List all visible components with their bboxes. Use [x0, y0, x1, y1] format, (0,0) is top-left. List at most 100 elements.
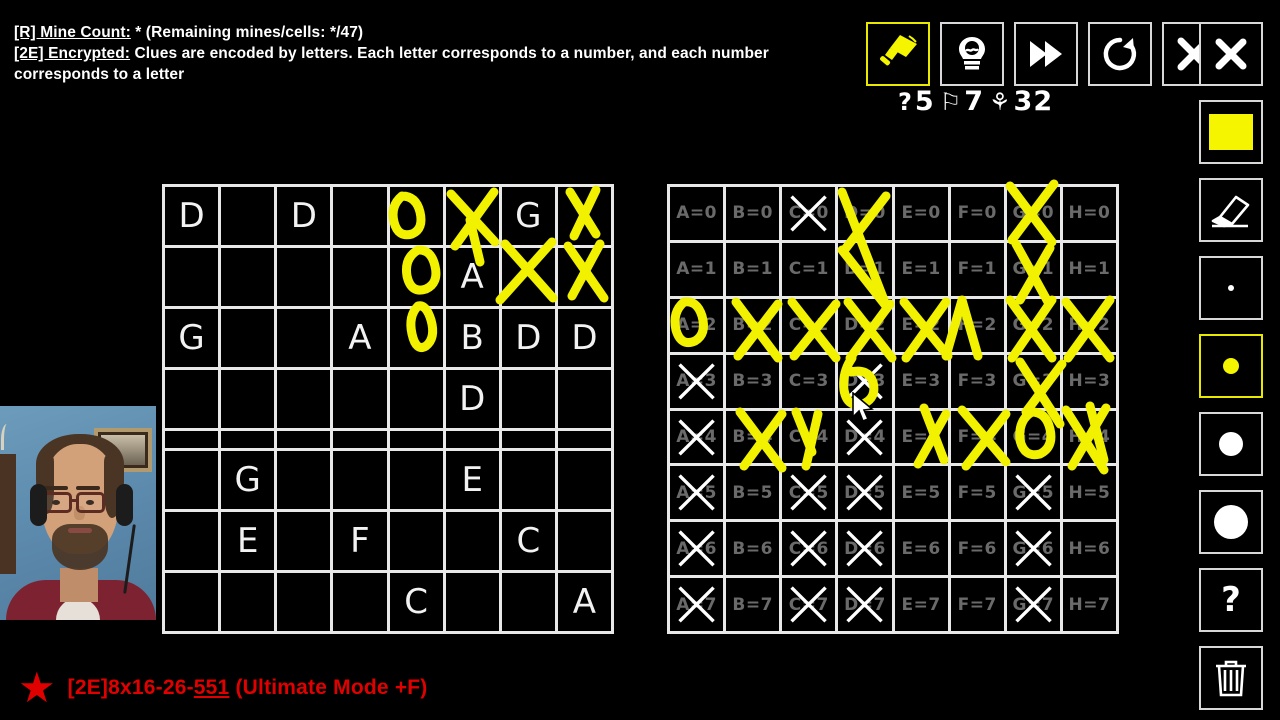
mapping-cell[interactable]: B=7 — [726, 578, 780, 631]
clue-cell[interactable] — [389, 369, 443, 428]
brush-size-2-button[interactable] — [1199, 334, 1263, 398]
mapping-cell[interactable]: F=4 — [950, 410, 1004, 464]
mapping-cell[interactable]: H=4 — [1062, 410, 1116, 464]
clue-cell[interactable] — [333, 187, 387, 245]
mapping-cell[interactable]: H=7 — [1062, 578, 1116, 631]
mapping-cell[interactable]: G=3 — [1006, 354, 1060, 408]
mapping-cell[interactable]: B=0 — [726, 187, 780, 240]
letter-number-mapping-grid[interactable]: A=0 B=0 C=0 D=0 E=0 F=0 G=0 H=0 A=1 B=1 C=1 D=1 E=1 F… — [667, 184, 1119, 634]
mapping-cell[interactable]: F=5 — [950, 466, 1004, 520]
mapping-cell[interactable]: A=2 — [670, 298, 724, 352]
clue-cell[interactable]: D — [277, 187, 331, 245]
clue-cell[interactable] — [557, 247, 611, 306]
clue-cell[interactable]: B — [445, 308, 499, 367]
clue-cell[interactable] — [165, 247, 219, 306]
mapping-cell[interactable]: C=6 — [782, 522, 836, 576]
clue-cell[interactable] — [445, 430, 499, 449]
trash-button[interactable] — [1199, 646, 1263, 710]
mapping-cell[interactable]: H=2 — [1062, 298, 1116, 352]
mapping-cell[interactable]: G=6 — [1006, 522, 1060, 576]
clue-cell[interactable] — [389, 512, 443, 571]
mapping-cell[interactable]: E=5 — [894, 466, 948, 520]
mapping-cell[interactable]: H=5 — [1062, 466, 1116, 520]
clue-cell[interactable] — [277, 308, 331, 367]
mapping-cell[interactable]: C=5 — [782, 466, 836, 520]
mapping-cell[interactable]: F=0 — [950, 187, 1004, 240]
clue-cell[interactable]: D — [501, 308, 555, 367]
clue-grid[interactable]: DDGAGABDDDGEEFCCA — [162, 184, 614, 634]
mapping-cell[interactable]: H=3 — [1062, 354, 1116, 408]
mapping-cell[interactable]: G=4 — [1006, 410, 1060, 464]
clue-cell[interactable]: A — [445, 247, 499, 306]
fast-forward-tool-button[interactable] — [1014, 22, 1078, 86]
clue-cell[interactable] — [333, 247, 387, 306]
clue-cell[interactable] — [277, 369, 331, 428]
mapping-cell[interactable]: C=7 — [782, 578, 836, 631]
clue-cell[interactable] — [165, 369, 219, 428]
clue-cell[interactable] — [165, 451, 219, 510]
mapping-cell[interactable]: D=7 — [838, 578, 892, 631]
clue-cell[interactable] — [557, 451, 611, 510]
mapping-cell[interactable]: F=1 — [950, 242, 1004, 296]
mapping-cell[interactable]: D=6 — [838, 522, 892, 576]
mapping-cell[interactable]: A=4 — [670, 410, 724, 464]
brush-size-3-button[interactable] — [1199, 412, 1263, 476]
clue-cell[interactable]: D — [557, 308, 611, 367]
mapping-cell[interactable]: B=4 — [726, 410, 780, 464]
clue-cell[interactable] — [501, 369, 555, 428]
brush-size-1-button[interactable] — [1199, 256, 1263, 320]
eraser-button[interactable] — [1199, 178, 1263, 242]
clue-cell[interactable] — [333, 369, 387, 428]
clue-cell[interactable]: F — [333, 512, 387, 571]
clue-cell[interactable] — [501, 573, 555, 631]
mapping-cell[interactable]: B=2 — [726, 298, 780, 352]
clue-cell[interactable] — [165, 512, 219, 571]
help-button[interactable]: ? — [1199, 568, 1263, 632]
mapping-cell[interactable]: E=7 — [894, 578, 948, 631]
mapping-cell[interactable]: A=7 — [670, 578, 724, 631]
clue-cell[interactable] — [165, 430, 219, 449]
mapping-cell[interactable]: G=2 — [1006, 298, 1060, 352]
clue-cell[interactable] — [165, 573, 219, 631]
mapping-cell[interactable]: C=3 — [782, 354, 836, 408]
clue-cell[interactable] — [389, 187, 443, 245]
mapping-cell[interactable]: D=4 — [838, 410, 892, 464]
clue-cell[interactable] — [501, 451, 555, 510]
mapping-cell[interactable]: B=3 — [726, 354, 780, 408]
mapping-cell[interactable]: E=4 — [894, 410, 948, 464]
mapping-cell[interactable]: A=0 — [670, 187, 724, 240]
mapping-cell[interactable]: A=3 — [670, 354, 724, 408]
clue-cell[interactable] — [445, 187, 499, 245]
clue-cell[interactable]: D — [165, 187, 219, 245]
clue-cell[interactable]: A — [557, 573, 611, 631]
clue-cell[interactable] — [557, 369, 611, 428]
clue-cell[interactable] — [277, 512, 331, 571]
clue-cell[interactable] — [557, 512, 611, 571]
paintbrush-tool-button[interactable] — [866, 22, 930, 86]
clue-cell[interactable] — [221, 308, 275, 367]
close-button[interactable] — [1199, 22, 1263, 86]
clue-cell[interactable] — [221, 187, 275, 245]
color-swatch-yellow[interactable] — [1199, 100, 1263, 164]
mapping-cell[interactable]: G=5 — [1006, 466, 1060, 520]
clue-cell[interactable] — [221, 430, 275, 449]
clue-cell[interactable] — [277, 430, 331, 449]
clue-cell[interactable] — [333, 573, 387, 631]
clue-cell[interactable] — [389, 247, 443, 306]
clue-cell[interactable]: C — [501, 512, 555, 571]
clue-cell[interactable] — [445, 573, 499, 631]
mapping-cell[interactable]: F=3 — [950, 354, 1004, 408]
clue-cell[interactable] — [221, 247, 275, 306]
mapping-cell[interactable]: E=6 — [894, 522, 948, 576]
mapping-cell[interactable]: F=2 — [950, 298, 1004, 352]
clue-cell[interactable]: G — [165, 308, 219, 367]
hint-lightbulb-tool-button[interactable] — [940, 22, 1004, 86]
clue-cell[interactable] — [221, 369, 275, 428]
clue-cell[interactable] — [333, 430, 387, 449]
clue-cell[interactable] — [277, 247, 331, 306]
mapping-cell[interactable]: E=1 — [894, 242, 948, 296]
mapping-cell[interactable]: H=6 — [1062, 522, 1116, 576]
mapping-cell[interactable]: C=4 — [782, 410, 836, 464]
mapping-cell[interactable]: E=2 — [894, 298, 948, 352]
mapping-cell[interactable]: E=3 — [894, 354, 948, 408]
